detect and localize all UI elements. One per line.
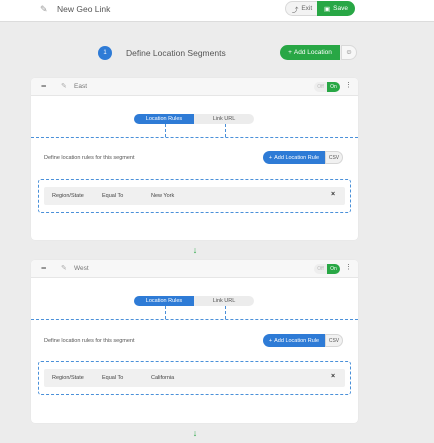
add-location-rule-button[interactable]: + Add Location Rule bbox=[263, 334, 325, 347]
rule-value[interactable]: California bbox=[151, 374, 174, 382]
segment-name: East bbox=[74, 83, 88, 90]
segment-header: − ✎ West Off On ⋮ bbox=[31, 260, 358, 278]
segment-toggle[interactable]: Off On bbox=[314, 82, 340, 92]
tab-connector bbox=[165, 124, 166, 137]
step-number-badge: 1 bbox=[98, 46, 112, 60]
segment-name: West bbox=[74, 265, 89, 272]
rule-row: Region/State Equal To New York × bbox=[44, 187, 345, 205]
rule-field[interactable]: Region/State bbox=[52, 374, 84, 382]
add-rule-label: Add Location Rule bbox=[274, 337, 320, 344]
rules-container: Region/State Equal To California × bbox=[38, 361, 351, 395]
tab-link-url[interactable]: Link URL bbox=[194, 296, 254, 306]
segment-toggle[interactable]: Off On bbox=[314, 264, 340, 274]
add-rule-label: Add Location Rule bbox=[274, 154, 320, 161]
segment-header: − ✎ East Off On ⋮ bbox=[31, 78, 358, 96]
arrow-down-icon: ↓ bbox=[192, 245, 198, 255]
segment-card: − ✎ West Off On ⋮ Location Rules Link UR… bbox=[31, 260, 358, 423]
segment-tabs: Location Rules Link URL bbox=[134, 114, 254, 124]
segment-tabs: Location Rules Link URL bbox=[134, 296, 254, 306]
exit-button[interactable]: ⤴ Exit bbox=[285, 1, 319, 16]
tab-location-rules[interactable]: Location Rules bbox=[134, 114, 194, 124]
add-location-label: Add Location bbox=[293, 49, 332, 56]
rule-field[interactable]: Region/State bbox=[52, 192, 84, 200]
toggle-off[interactable]: Off bbox=[314, 82, 327, 92]
top-bar: ✎ New Geo Link ⤴ Exit ▣ Save bbox=[0, 0, 434, 22]
rule-operator[interactable]: Equal To bbox=[102, 374, 123, 382]
more-options-icon[interactable]: ⋮ bbox=[345, 263, 352, 273]
close-icon[interactable]: × bbox=[331, 191, 335, 199]
divider bbox=[31, 137, 358, 138]
tab-connector bbox=[165, 306, 166, 319]
pencil-edit-icon[interactable]: ✎ bbox=[61, 82, 67, 92]
plus-icon: + bbox=[268, 337, 273, 344]
toggle-on[interactable]: On bbox=[327, 264, 340, 274]
save-label: Save bbox=[333, 5, 348, 12]
pencil-edit-icon[interactable]: ✎ bbox=[40, 4, 50, 14]
exit-label: Exit bbox=[301, 5, 313, 12]
tab-link-url[interactable]: Link URL bbox=[194, 114, 254, 124]
tab-connector bbox=[225, 306, 226, 319]
user-upload-button[interactable]: ☺ bbox=[341, 45, 357, 60]
rules-instruction: Define location rules for this segment bbox=[44, 155, 135, 161]
close-icon[interactable]: × bbox=[331, 373, 335, 381]
step-title: Define Location Segments bbox=[126, 48, 226, 58]
page-title: New Geo Link bbox=[57, 4, 111, 14]
divider bbox=[31, 319, 358, 320]
toggle-off[interactable]: Off bbox=[314, 264, 327, 274]
csv-button[interactable]: CSV bbox=[325, 334, 343, 347]
csv-button[interactable]: CSV bbox=[325, 151, 343, 164]
collapse-minus-icon[interactable]: − bbox=[41, 263, 46, 273]
tab-location-rules[interactable]: Location Rules bbox=[134, 296, 194, 306]
rules-instruction: Define location rules for this segment bbox=[44, 338, 135, 344]
more-options-icon[interactable]: ⋮ bbox=[345, 81, 352, 91]
plus-icon: + bbox=[268, 154, 273, 161]
toggle-on[interactable]: On bbox=[327, 82, 340, 92]
plus-icon: + bbox=[288, 49, 292, 56]
tab-connector bbox=[225, 124, 226, 137]
rules-container: Region/State Equal To New York × bbox=[38, 179, 351, 213]
rule-row: Region/State Equal To California × bbox=[44, 369, 345, 387]
floppy-disk-icon: ▣ bbox=[324, 5, 331, 13]
rule-value[interactable]: New York bbox=[151, 192, 174, 200]
collapse-minus-icon[interactable]: − bbox=[41, 81, 46, 91]
exit-icon: ⤴ bbox=[291, 6, 299, 14]
add-location-button[interactable]: + Add Location bbox=[280, 45, 340, 60]
arrow-down-icon: ↓ bbox=[192, 428, 198, 438]
add-location-rule-button[interactable]: + Add Location Rule bbox=[263, 151, 325, 164]
pencil-edit-icon[interactable]: ✎ bbox=[61, 264, 67, 274]
save-button[interactable]: ▣ Save bbox=[317, 1, 355, 16]
rule-operator[interactable]: Equal To bbox=[102, 192, 123, 200]
user-icon: ☺ bbox=[345, 49, 353, 56]
segment-card: − ✎ East Off On ⋮ Location Rules Link UR… bbox=[31, 78, 358, 240]
